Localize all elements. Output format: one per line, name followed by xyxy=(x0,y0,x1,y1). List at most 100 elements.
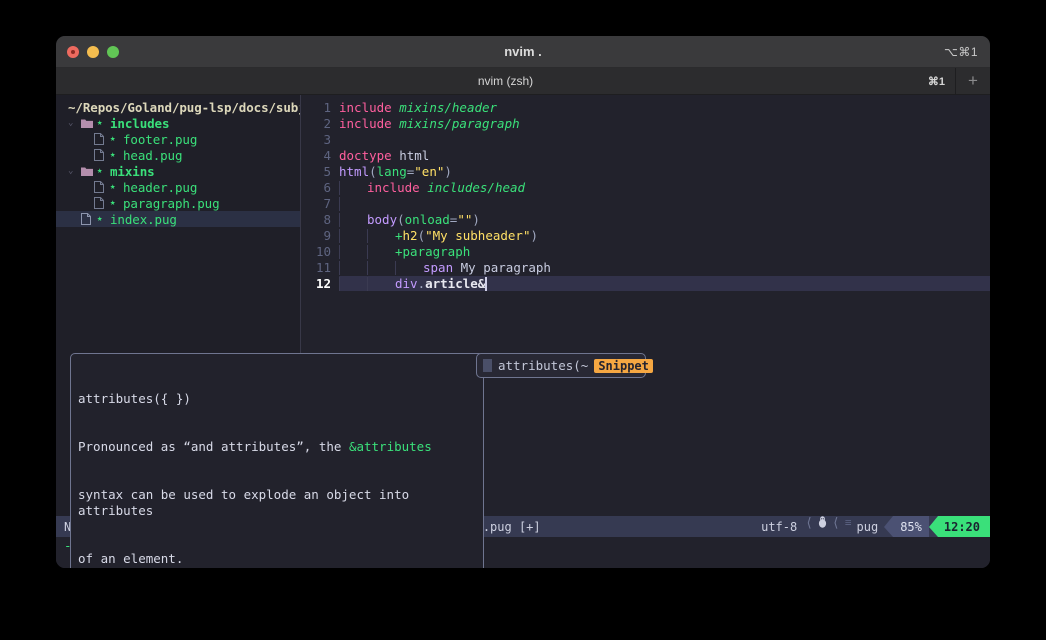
token-keyword: include xyxy=(339,115,392,131)
terminal-window: nvim . ⌥⌘1 nvim (zsh) ⌘1 + ~/Repos/Golan… xyxy=(56,36,990,568)
code-line-text: +h2("My subheader") xyxy=(339,228,990,243)
line-number: 6 xyxy=(323,179,331,195)
code-line-text: body(onload="") xyxy=(339,212,990,227)
token-path: mixins/header xyxy=(391,99,498,115)
file-icon xyxy=(81,213,97,225)
git-star-icon: ★ xyxy=(97,214,103,224)
code-line: 10 +paragraph xyxy=(301,243,990,259)
indent-guide xyxy=(339,260,340,275)
window-titlebar: nvim . ⌥⌘1 xyxy=(56,36,990,68)
tree-item-label: index.pug xyxy=(110,211,177,227)
completion-popup[interactable]: attributes(~ Snippet xyxy=(476,353,653,378)
token-text: My paragraph xyxy=(453,259,551,275)
token-attribute: lang xyxy=(376,163,407,179)
indent-guide xyxy=(367,276,368,291)
token-attribute: onload xyxy=(404,211,450,227)
token-path: mixins/paragraph xyxy=(391,115,520,131)
code-line: 4 doctype html xyxy=(301,147,990,163)
tree-item-paragraph-pug[interactable]: ★ paragraph.pug xyxy=(56,195,300,211)
code-line-text: include mixins/paragraph xyxy=(339,116,990,131)
chevron-down-icon[interactable]: ⌄ xyxy=(68,118,81,128)
code-line-text: html(lang="en") xyxy=(339,164,990,179)
tree-item-label: includes xyxy=(110,115,170,131)
powerline-arrow-left xyxy=(928,516,938,537)
code-line-text xyxy=(339,196,990,211)
code-line: 1 include mixins/header xyxy=(301,99,990,115)
token-string: "en" xyxy=(414,163,445,179)
token-mixin-name: paragraph xyxy=(402,243,471,259)
chevron-down-icon[interactable]: ⌄ xyxy=(68,166,81,176)
token-text: html xyxy=(391,147,430,163)
indent-guide xyxy=(339,196,340,211)
token-mixin-name: h2 xyxy=(402,227,418,243)
minimize-button[interactable] xyxy=(87,45,99,58)
token-tag: body xyxy=(367,211,398,227)
token-ampersand: & xyxy=(477,275,486,291)
status-spacer xyxy=(550,516,753,537)
git-star-icon: ★ xyxy=(110,134,116,144)
tree-item-header-pug[interactable]: ★ header.pug xyxy=(56,179,300,195)
token-punct: ( xyxy=(397,211,405,227)
indent-guide xyxy=(367,260,368,275)
tree-item-footer-pug[interactable]: ★ footer.pug xyxy=(56,131,300,147)
line-number: 3 xyxy=(323,131,331,147)
line-number: 9 xyxy=(323,227,331,243)
file-icon xyxy=(94,197,110,209)
token-keyword: include xyxy=(339,99,392,115)
file-icon xyxy=(94,149,110,161)
indent-guide xyxy=(367,244,368,259)
code-line: 2 include mixins/paragraph xyxy=(301,115,990,131)
window-shortcut-label: ⌥⌘1 xyxy=(943,44,978,59)
token-operator: + xyxy=(395,243,403,259)
completion-item-kind-badge: Snippet xyxy=(594,358,653,373)
indent-guide xyxy=(395,260,396,275)
indent-guide xyxy=(339,180,340,195)
doc-description-line-2: syntax can be used to explode an object … xyxy=(78,487,417,518)
line-number: 7 xyxy=(323,195,331,211)
git-star-icon: ★ xyxy=(97,118,103,128)
line-number: 12 xyxy=(315,275,331,291)
new-tab-button[interactable]: + xyxy=(956,68,990,94)
tree-item-head-pug[interactable]: ★ head.pug xyxy=(56,147,300,163)
tree-item-mixins[interactable]: ⌄ ★ mixins xyxy=(56,163,300,179)
indent-guide xyxy=(339,276,340,291)
code-line: 6 include includes/head xyxy=(301,179,990,195)
doc-signature: attributes({ }) xyxy=(78,391,191,406)
tab-shortcut-label: ⌘1 xyxy=(927,75,945,88)
indent-guide xyxy=(367,228,368,243)
indent-guide xyxy=(339,228,340,243)
token-tag: div xyxy=(395,275,418,291)
token-punct: ) xyxy=(444,163,452,179)
code-line-text: span My paragraph xyxy=(339,260,990,275)
code-line-text: include includes/head xyxy=(339,180,990,195)
zoom-button[interactable] xyxy=(107,45,119,58)
doc-text: Pronounced as “and attributes”, the xyxy=(78,439,349,454)
tree-item-includes[interactable]: ⌄ ★ includes xyxy=(56,115,300,131)
doc-description-line-1: Pronounced as “and attributes”, the &att… xyxy=(78,439,476,455)
token-punct: ) xyxy=(530,227,539,243)
token-path: includes/head xyxy=(419,179,526,195)
snippet-icon xyxy=(483,359,492,372)
file-icon xyxy=(94,181,110,193)
status-clock: 12:20 xyxy=(937,516,990,537)
lsp-documentation-popup: attributes({ }) Pronounced as “and attri… xyxy=(70,353,484,568)
git-star-icon: ★ xyxy=(110,150,116,160)
penguin-os-icon xyxy=(816,516,829,537)
completion-item-label[interactable]: attributes(~ xyxy=(498,358,588,373)
window-title: nvim . xyxy=(504,44,542,59)
tree-item-index-pug[interactable]: ★ index.pug xyxy=(56,211,300,227)
tab-nvim-zsh[interactable]: nvim (zsh) ⌘1 xyxy=(56,68,956,94)
close-button[interactable] xyxy=(67,45,79,58)
token-keyword: include xyxy=(367,179,420,195)
token-keyword: doctype xyxy=(339,147,392,163)
tree-item-label: mixins xyxy=(110,163,155,179)
token-class: article xyxy=(425,275,478,291)
token-string: "" xyxy=(457,211,473,227)
chevron-left-icon: ⟨ xyxy=(805,516,814,531)
token-punct: ) xyxy=(472,211,480,227)
line-number: 8 xyxy=(323,211,331,227)
token-operator: + xyxy=(395,227,403,243)
line-number: 10 xyxy=(315,243,331,259)
tree-item-label: head.pug xyxy=(123,147,183,163)
code-line: 3 xyxy=(301,131,990,147)
